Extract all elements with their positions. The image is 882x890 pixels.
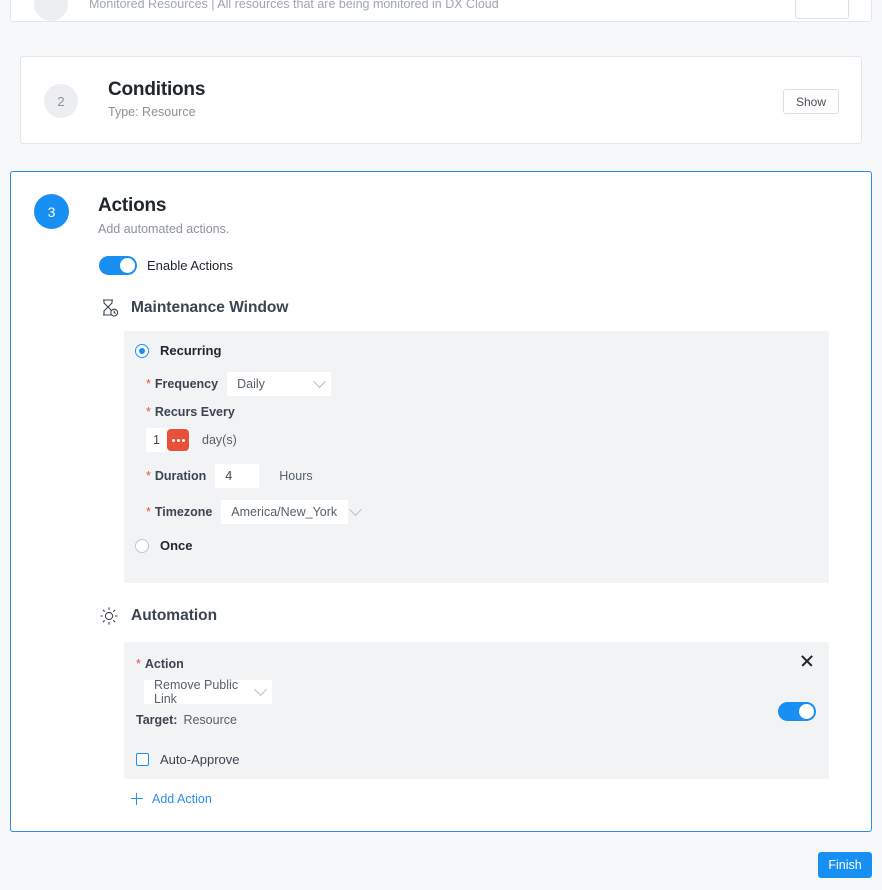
frequency-value: Daily <box>237 377 265 391</box>
step-one-badge <box>34 0 68 21</box>
recurs-every-stepper[interactable]: 1 <box>146 428 190 452</box>
auto-approve-label: Auto-Approve <box>160 752 240 767</box>
hourglass-clock-icon <box>99 298 119 318</box>
conditions-show-button[interactable]: Show <box>783 89 839 114</box>
busy-ellipsis-icon <box>167 429 189 451</box>
gear-sun-icon <box>99 606 119 626</box>
maintenance-window-heading: Maintenance Window <box>99 298 288 318</box>
enable-actions-toggle[interactable] <box>99 256 137 275</box>
toggle-knob <box>799 704 814 719</box>
automation-enable-toggle[interactable] <box>778 702 816 721</box>
duration-field: *Duration 4 Hours <box>146 464 313 488</box>
auto-approve-row[interactable]: Auto-Approve <box>136 752 240 767</box>
recurs-every-unit: day(s) <box>202 433 237 447</box>
recurring-radio[interactable] <box>135 344 149 358</box>
auto-approve-checkbox[interactable] <box>136 753 149 766</box>
timezone-label: *Timezone <box>146 505 212 519</box>
recurs-every-value: 1 <box>153 433 160 447</box>
toggle-knob <box>120 258 135 273</box>
timezone-field: *Timezone America/New_York <box>146 500 348 524</box>
action-value: Remove Public Link <box>154 678 242 706</box>
maintenance-window-panel: Recurring *Frequency Daily *Recurs Every… <box>124 331 829 583</box>
recurring-option[interactable]: Recurring <box>135 343 221 358</box>
conditions-step-badge: 2 <box>44 84 78 118</box>
automation-panel: *Action Remove Public Link Target: Resour… <box>124 642 829 779</box>
timezone-select[interactable]: America/New_York <box>221 500 348 524</box>
step-one-show-button[interactable] <box>795 0 849 19</box>
step-one-subtitle: Monitored Resources | All resources that… <box>89 0 499 11</box>
chevron-down-icon <box>349 503 362 516</box>
frequency-label: *Frequency <box>146 377 218 391</box>
recurring-label: Recurring <box>160 343 221 358</box>
add-action-label: Add Action <box>152 792 212 806</box>
once-label: Once <box>160 538 193 553</box>
once-option[interactable]: Once <box>135 538 193 553</box>
wizard-page: Monitored Resources | All resources that… <box>0 0 882 890</box>
target-value: Resource <box>183 713 237 727</box>
duration-unit: Hours <box>279 469 312 483</box>
timezone-value: America/New_York <box>231 505 337 519</box>
enable-actions-row: Enable Actions <box>99 256 233 275</box>
step-one-card: Monitored Resources | All resources that… <box>10 0 872 22</box>
automation-title: Automation <box>131 607 217 625</box>
once-radio[interactable] <box>135 539 149 553</box>
action-select[interactable]: Remove Public Link <box>144 680 272 704</box>
frequency-field: *Frequency Daily <box>146 372 331 396</box>
automation-heading: Automation <box>99 606 217 626</box>
frequency-select[interactable]: Daily <box>227 372 331 396</box>
duration-value: 4 <box>225 469 232 483</box>
actions-step-badge: 3 <box>34 194 69 229</box>
recurs-every-field: 1 day(s) <box>146 428 237 452</box>
duration-label: *Duration <box>146 469 206 483</box>
actions-card: 3 Actions Add automated actions. Enable … <box>10 171 872 832</box>
add-action-button[interactable]: Add Action <box>131 792 212 806</box>
close-icon[interactable] <box>799 653 815 669</box>
actions-title: Actions <box>98 195 166 217</box>
target-label: Target: <box>136 713 177 727</box>
finish-button[interactable]: Finish <box>818 852 872 878</box>
duration-input[interactable]: 4 <box>215 464 259 488</box>
recurs-every-label: *Recurs Every <box>146 405 235 419</box>
wizard-footer: Finish <box>0 842 882 890</box>
conditions-subtitle: Type: Resource <box>108 105 196 119</box>
maintenance-window-title: Maintenance Window <box>131 299 288 317</box>
plus-icon <box>131 793 143 805</box>
enable-actions-label: Enable Actions <box>147 258 233 273</box>
target-row: Target: Resource <box>136 713 237 727</box>
chevron-down-icon <box>313 375 326 388</box>
conditions-card: 2 Conditions Type: Resource Show <box>20 56 862 144</box>
conditions-title: Conditions <box>108 79 205 101</box>
action-label: *Action <box>136 657 184 671</box>
chevron-down-icon <box>254 683 267 696</box>
actions-subtitle: Add automated actions. <box>98 222 229 236</box>
